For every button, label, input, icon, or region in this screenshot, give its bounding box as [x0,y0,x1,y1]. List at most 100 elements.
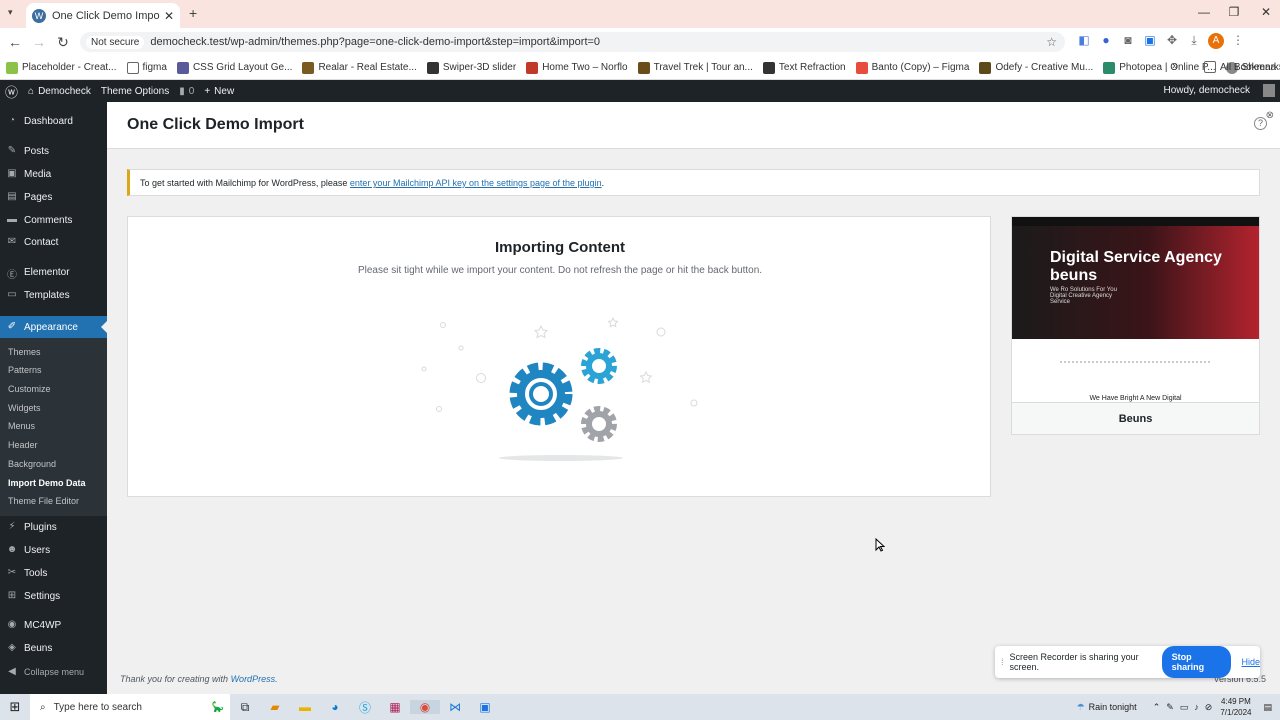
new-tab-icon[interactable]: + [189,5,197,21]
screen-recorder-extension-icon[interactable]: ▣ [1142,33,1158,49]
close-tab-icon[interactable]: ✕ [164,9,174,23]
menu-templates[interactable]: ▭ Templates [0,285,107,305]
volume-icon[interactable]: ♪ [1194,702,1199,712]
more-bookmarks-icon[interactable]: » [1172,60,1178,72]
bookmark-item[interactable]: Travel Trek | Tour an... [637,61,753,74]
bookmark-item[interactable]: Odefy - Creative Mu... [979,61,1093,74]
mute-icon[interactable]: ⊘ [1205,702,1213,713]
puzzle-extensions-icon[interactable]: ✥ [1164,33,1180,49]
file-explorer-icon[interactable]: ▬ [290,700,320,714]
menu-tools[interactable]: ✂ Tools [0,563,107,583]
submenu-background[interactable]: Background [8,459,56,469]
restore-icon[interactable]: ❐ [1220,5,1248,19]
back-icon[interactable]: ← [3,34,27,50]
edge-icon[interactable]: ◕ [320,700,350,714]
wp-admin-bar: ⓦ ⌂ Democheck Theme Options ▮ 0 + New Howdy… [0,80,1280,102]
import-description: Please sit tight while we import your co… [357,265,763,276]
bookmark-item[interactable]: Photopea | Online P... [1103,61,1216,74]
pen-icon[interactable]: ✎ [1166,702,1174,713]
menu-elementor[interactable]: Ⓔ Elementor [0,262,107,282]
bookmark-item[interactable]: Text Refraction [762,61,846,74]
stop-sharing-button[interactable]: Stop sharing [1161,646,1232,678]
screen-recorder-icon[interactable]: ▣ [470,700,500,714]
submenu-menus[interactable]: Menus [8,421,35,431]
mailchimp-settings-link[interactable]: enter your Mailchimp API key on the sett… [350,178,602,188]
notifications-icon[interactable]: ▤ [1263,702,1272,713]
bookmark-item[interactable]: Realar - Real Estate... [302,61,417,74]
omnibox[interactable]: Not secure democheck.test/wp-admin/theme… [80,32,1065,52]
bookmark-item[interactable]: Home Two – Norflo [526,61,628,74]
vscode-icon[interactable]: ⋈ [440,700,470,714]
skype-icon[interactable]: Ⓢ [350,699,380,716]
all-bookmarks[interactable]: All Bookmarks [1204,61,1280,73]
url-text[interactable]: democheck.test/wp-admin/themes.php?page=… [150,36,600,48]
camera-extension-icon[interactable]: ◙ [1120,33,1136,49]
wordpress-link[interactable]: WordPress [231,674,276,684]
bookmark-item[interactable]: figma [126,61,167,74]
clock[interactable]: 4:49 PM 7/1/2024 [1220,696,1251,718]
chrome-icon[interactable]: ◉ [410,700,440,714]
submenu-theme-file-editor[interactable]: Theme File Editor [8,496,79,506]
wordpress-favicon-icon: W [32,8,46,23]
bookmark-item[interactable]: Banto (Copy) – Figma [855,61,969,74]
close-window-icon[interactable]: ✕ [1252,5,1280,19]
profile-avatar[interactable]: A [1208,33,1224,49]
close-icon[interactable]: ⊗ [1266,110,1274,121]
taskbar-search[interactable]: ⌕ Type here to search 🦕 [30,694,230,720]
theme-options-link[interactable]: Theme Options [101,86,169,97]
network-icon[interactable]: ▭ [1180,702,1189,713]
submenu-import-demo-data[interactable]: Import Demo Data [8,478,86,488]
collapse-menu[interactable]: ◀ Collapse menu [0,662,107,682]
browser-tab-strip: ▾ W One Click Demo Import ‹ Demo ✕ + — ❐… [0,0,1280,28]
user-avatar[interactable] [1263,84,1275,97]
drag-handle-icon[interactable]: ⁞ [1001,657,1004,667]
translate-extension-icon[interactable]: ◧ [1076,33,1092,49]
task-view-icon[interactable]: ⧉ [230,700,260,715]
pin-icon: ✎ [7,145,17,156]
menu-posts[interactable]: ✎ Posts [0,141,107,161]
menu-settings[interactable]: ⊞ Settings [0,586,107,606]
menu-dashboard[interactable]: ◔ Dashboard [0,111,107,131]
tab-search-icon[interactable]: ▾ [8,7,13,18]
menu-comments[interactable]: ▬ Comments [0,210,107,230]
forward-icon[interactable]: → [27,34,51,50]
bookmark-item[interactable]: Swiper-3D slider [426,61,516,74]
browser-menu-icon[interactable]: ⋮ [1230,33,1246,49]
reload-icon[interactable]: ↻ [51,34,75,51]
menu-contact[interactable]: ✉ Contact [0,232,107,252]
new-content-link[interactable]: + New [204,86,234,97]
figma-icon[interactable]: ▦ [380,700,410,714]
menu-pages[interactable]: ▤ Pages [0,187,107,207]
menu-appearance[interactable]: ✐ Appearance [0,316,107,338]
submenu-customize[interactable]: Customize [8,384,51,394]
menu-users[interactable]: ☻ Users [0,540,107,560]
minimize-icon[interactable]: — [1190,5,1218,19]
comments-link[interactable]: ▮ 0 [179,86,194,97]
submenu-widgets[interactable]: Widgets [8,403,41,413]
submenu-header[interactable]: Header [8,440,38,450]
wordpress-logo-icon[interactable]: ⓦ [5,82,18,101]
not-secure-badge[interactable]: Not secure [86,35,145,49]
submenu-patterns[interactable]: Patterns [8,365,42,375]
sublime-text-icon[interactable]: ▰ [260,700,290,714]
bookmark-item[interactable]: Placeholder - Creat... [6,61,117,74]
pages-icon: ▤ [7,191,17,202]
theme-preview-card[interactable]: Digital Service Agency beuns We Ro Solut… [1011,216,1260,435]
weather-text[interactable]: Rain tonight [1089,702,1137,712]
menu-plugins[interactable]: ⚡ Plugins [0,517,107,537]
windows-start-icon[interactable]: ⊞ [0,699,30,715]
menu-beuns[interactable]: ◈ Beuns [0,638,107,658]
tray-overflow-icon[interactable]: ⌃ [1153,702,1161,713]
extension-icon[interactable]: ● [1098,33,1114,49]
bookmark-item[interactable]: CSS Grid Layout Ge... [176,61,292,74]
download-icon[interactable]: ⤓ [1186,33,1202,49]
browser-tab[interactable]: W One Click Demo Import ‹ Demo ✕ [26,3,180,28]
small-blue-gear-icon [581,348,617,384]
site-name-link[interactable]: ⌂ Democheck [28,86,91,97]
menu-media[interactable]: ▣ Media [0,164,107,184]
howdy-user[interactable]: Howdy, democheck [1163,85,1250,96]
bookmark-star-icon[interactable]: ☆ [1046,35,1057,49]
hide-button[interactable]: Hide [1241,657,1260,667]
submenu-themes[interactable]: Themes [8,347,41,357]
menu-mc4wp[interactable]: ◉ MC4WP [0,615,107,635]
